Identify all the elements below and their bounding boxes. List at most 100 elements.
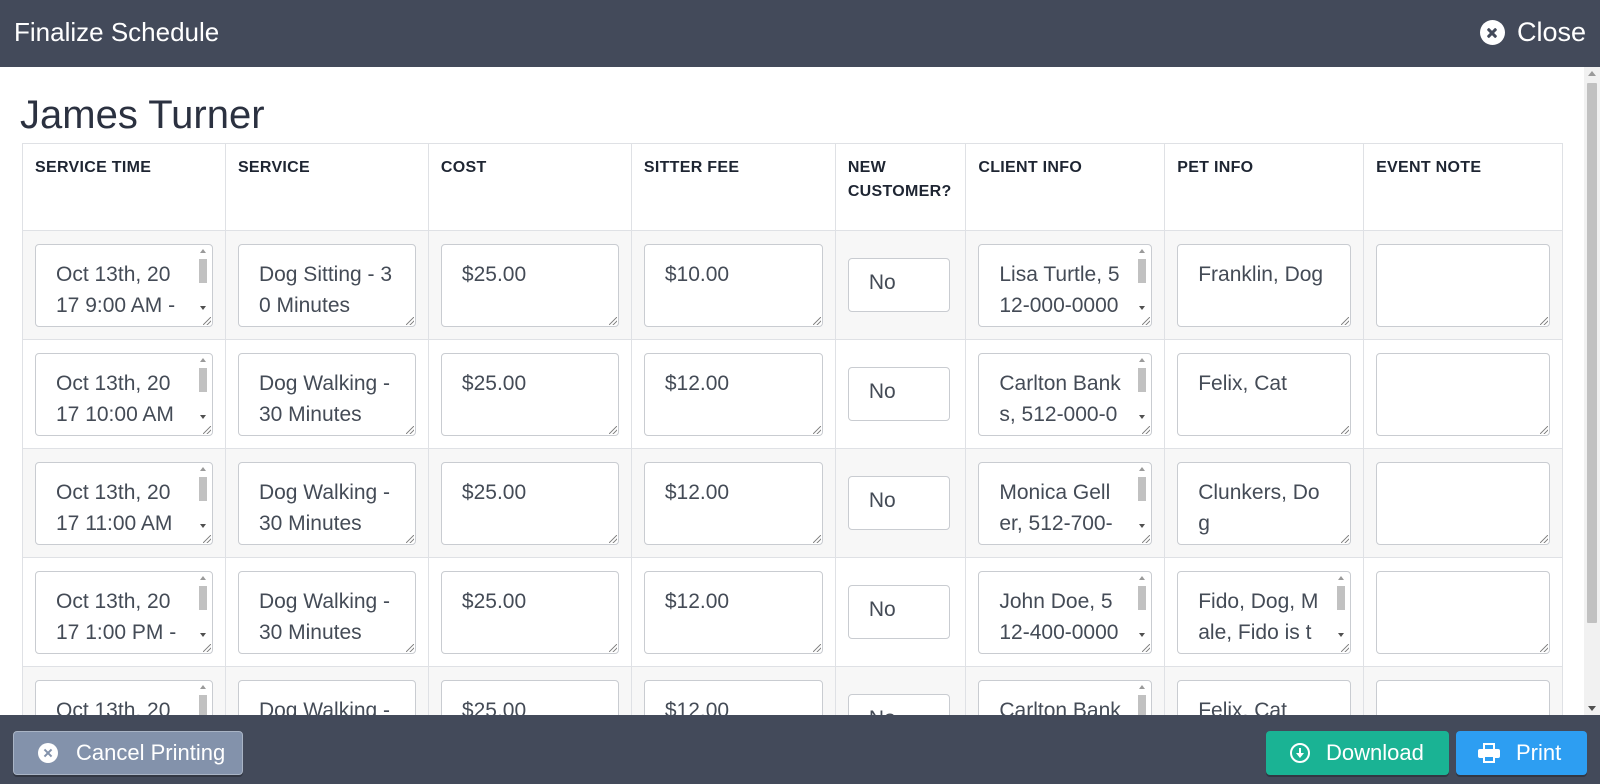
event-note-field[interactable] bbox=[1376, 352, 1550, 436]
service-time-field[interactable]: Oct 13th, 2017 bbox=[35, 679, 213, 715]
scrollbar-thumb[interactable] bbox=[1587, 83, 1597, 623]
sitter-fee-field[interactable]: $12.00 bbox=[643, 352, 823, 436]
service-field[interactable]: Dog Walking - 30 Minutes bbox=[237, 570, 416, 654]
resize-grip-icon[interactable] bbox=[202, 534, 211, 543]
scrollbar[interactable] bbox=[1136, 357, 1148, 427]
scrollbar[interactable] bbox=[1136, 466, 1148, 536]
download-button[interactable]: Download bbox=[1266, 731, 1449, 775]
resize-grip-icon[interactable] bbox=[405, 643, 414, 652]
resize-grip-icon[interactable] bbox=[608, 643, 617, 652]
modal-footer: Cancel Printing Download Print bbox=[0, 715, 1600, 784]
new-customer-field[interactable]: No bbox=[847, 585, 950, 639]
resize-grip-icon[interactable] bbox=[1341, 643, 1350, 652]
scrollbar[interactable] bbox=[197, 466, 209, 536]
cost-field[interactable]: $25.00 bbox=[440, 570, 619, 654]
cost-field[interactable]: $25.00 bbox=[440, 461, 619, 545]
pet-info-field[interactable]: Felix, Cat bbox=[1177, 352, 1352, 436]
service-field[interactable]: Dog Walking - 30 Minutes bbox=[237, 461, 416, 545]
sitter-fee-field[interactable]: $12.00 bbox=[643, 570, 823, 654]
client-info-field[interactable]: Carlton Banks bbox=[978, 679, 1153, 715]
event-note-field[interactable] bbox=[1376, 570, 1550, 654]
schedule-content[interactable]: James Turner SERVICE TIME SERVICE COST S… bbox=[0, 67, 1584, 715]
service-field[interactable]: Dog Walking - 30 Minutes bbox=[237, 352, 416, 436]
scrollbar[interactable] bbox=[197, 575, 209, 645]
resize-grip-icon[interactable] bbox=[1142, 534, 1151, 543]
table-row: Oct 13th, 2017 Dog Walking - 30 Minutes … bbox=[22, 666, 1563, 715]
col-header-event-note: EVENT NOTE bbox=[1363, 143, 1563, 231]
resize-grip-icon[interactable] bbox=[405, 316, 414, 325]
table-row: Oct 13th, 2017 10:00 AM - 10:30 AM Dog W… bbox=[22, 339, 1563, 449]
table-header-row: SERVICE TIME SERVICE COST SITTER FEE NEW… bbox=[22, 143, 1563, 231]
resize-grip-icon[interactable] bbox=[608, 425, 617, 434]
resize-grip-icon[interactable] bbox=[608, 316, 617, 325]
resize-grip-icon[interactable] bbox=[405, 425, 414, 434]
resize-grip-icon[interactable] bbox=[1142, 425, 1151, 434]
cost-field[interactable]: $25.00 bbox=[440, 679, 619, 715]
new-customer-field[interactable]: No bbox=[847, 694, 950, 715]
resize-grip-icon[interactable] bbox=[812, 425, 821, 434]
col-header-pet-info: PET INFO bbox=[1164, 143, 1365, 231]
event-note-field[interactable] bbox=[1376, 679, 1550, 715]
close-button[interactable]: Close bbox=[1479, 17, 1586, 48]
resize-grip-icon[interactable] bbox=[202, 425, 211, 434]
resize-grip-icon[interactable] bbox=[202, 643, 211, 652]
scroll-down-arrow-icon[interactable] bbox=[1588, 706, 1596, 711]
pet-info-field[interactable]: Clunkers, Dog bbox=[1177, 461, 1352, 545]
printer-icon bbox=[1478, 743, 1500, 763]
cancel-printing-button[interactable]: Cancel Printing bbox=[13, 731, 243, 775]
scrollbar[interactable] bbox=[197, 357, 209, 427]
new-customer-field[interactable]: No bbox=[847, 258, 950, 312]
resize-grip-icon[interactable] bbox=[1341, 534, 1350, 543]
service-field[interactable]: Dog Sitting - 30 Minutes bbox=[237, 243, 416, 327]
resize-grip-icon[interactable] bbox=[1341, 316, 1350, 325]
client-info-field[interactable]: Lisa Turtle, 512-000-0000 bbox=[978, 243, 1153, 327]
event-note-field[interactable] bbox=[1376, 461, 1550, 545]
scrollbar[interactable] bbox=[1136, 248, 1148, 318]
resize-grip-icon[interactable] bbox=[1540, 425, 1548, 434]
resize-grip-icon[interactable] bbox=[812, 643, 821, 652]
new-customer-field[interactable]: No bbox=[847, 476, 950, 530]
resize-grip-icon[interactable] bbox=[812, 534, 821, 543]
page-scrollbar[interactable] bbox=[1584, 67, 1600, 715]
sitter-fee-field[interactable]: $12.00 bbox=[643, 461, 823, 545]
resize-grip-icon[interactable] bbox=[608, 534, 617, 543]
service-time-field[interactable]: Oct 13th, 2017 9:00 AM - 9:30 AM bbox=[35, 243, 213, 327]
client-info-field[interactable]: Carlton Banks, 512-000-0000 bbox=[978, 352, 1153, 436]
pet-info-field[interactable]: Franklin, Dog bbox=[1177, 243, 1352, 327]
resize-grip-icon[interactable] bbox=[812, 316, 821, 325]
service-time-field[interactable]: Oct 13th, 2017 11:00 AM - 11:30 AM bbox=[35, 461, 213, 545]
pet-info-field[interactable]: Fido, Dog, Male, Fido is the best bbox=[1177, 570, 1352, 654]
scrollbar[interactable] bbox=[1335, 575, 1347, 645]
new-customer-field[interactable]: No bbox=[847, 367, 950, 421]
resize-grip-icon[interactable] bbox=[1341, 425, 1350, 434]
service-time-field[interactable]: Oct 13th, 2017 1:00 PM - 1:30 PM bbox=[35, 570, 213, 654]
scroll-up-arrow-icon[interactable] bbox=[1588, 71, 1596, 76]
cost-field[interactable]: $25.00 bbox=[440, 352, 619, 436]
table-row: Oct 13th, 2017 11:00 AM - 11:30 AM Dog W… bbox=[22, 448, 1563, 558]
client-info-field[interactable]: Monica Geller, 512-700-0000 bbox=[978, 461, 1153, 545]
download-circle-icon bbox=[1290, 743, 1310, 763]
resize-grip-icon[interactable] bbox=[405, 534, 414, 543]
print-button[interactable]: Print bbox=[1456, 731, 1587, 775]
event-note-field[interactable] bbox=[1376, 243, 1550, 327]
scrollbar[interactable] bbox=[1136, 684, 1148, 715]
sitter-fee-field[interactable]: $12.00 bbox=[643, 679, 823, 715]
resize-grip-icon[interactable] bbox=[1540, 643, 1548, 652]
service-field[interactable]: Dog Walking - 30 Minutes bbox=[237, 679, 416, 715]
service-time-field[interactable]: Oct 13th, 2017 10:00 AM - 10:30 AM bbox=[35, 352, 213, 436]
cost-field[interactable]: $25.00 bbox=[440, 243, 619, 327]
scrollbar[interactable] bbox=[197, 684, 209, 715]
resize-grip-icon[interactable] bbox=[1142, 316, 1151, 325]
resize-grip-icon[interactable] bbox=[1142, 643, 1151, 652]
resize-grip-icon[interactable] bbox=[1540, 534, 1548, 543]
client-info-field[interactable]: John Doe, 512-400-0000 bbox=[978, 570, 1153, 654]
col-header-service-time: SERVICE TIME bbox=[22, 143, 226, 231]
resize-grip-icon[interactable] bbox=[1540, 316, 1548, 325]
sitter-fee-field[interactable]: $10.00 bbox=[643, 243, 823, 327]
scrollbar[interactable] bbox=[197, 248, 209, 318]
modal-title: Finalize Schedule bbox=[14, 17, 220, 47]
resize-grip-icon[interactable] bbox=[202, 316, 211, 325]
scrollbar[interactable] bbox=[1136, 575, 1148, 645]
col-header-cost: COST bbox=[427, 143, 632, 231]
pet-info-field[interactable]: Felix, Cat bbox=[1177, 679, 1352, 715]
